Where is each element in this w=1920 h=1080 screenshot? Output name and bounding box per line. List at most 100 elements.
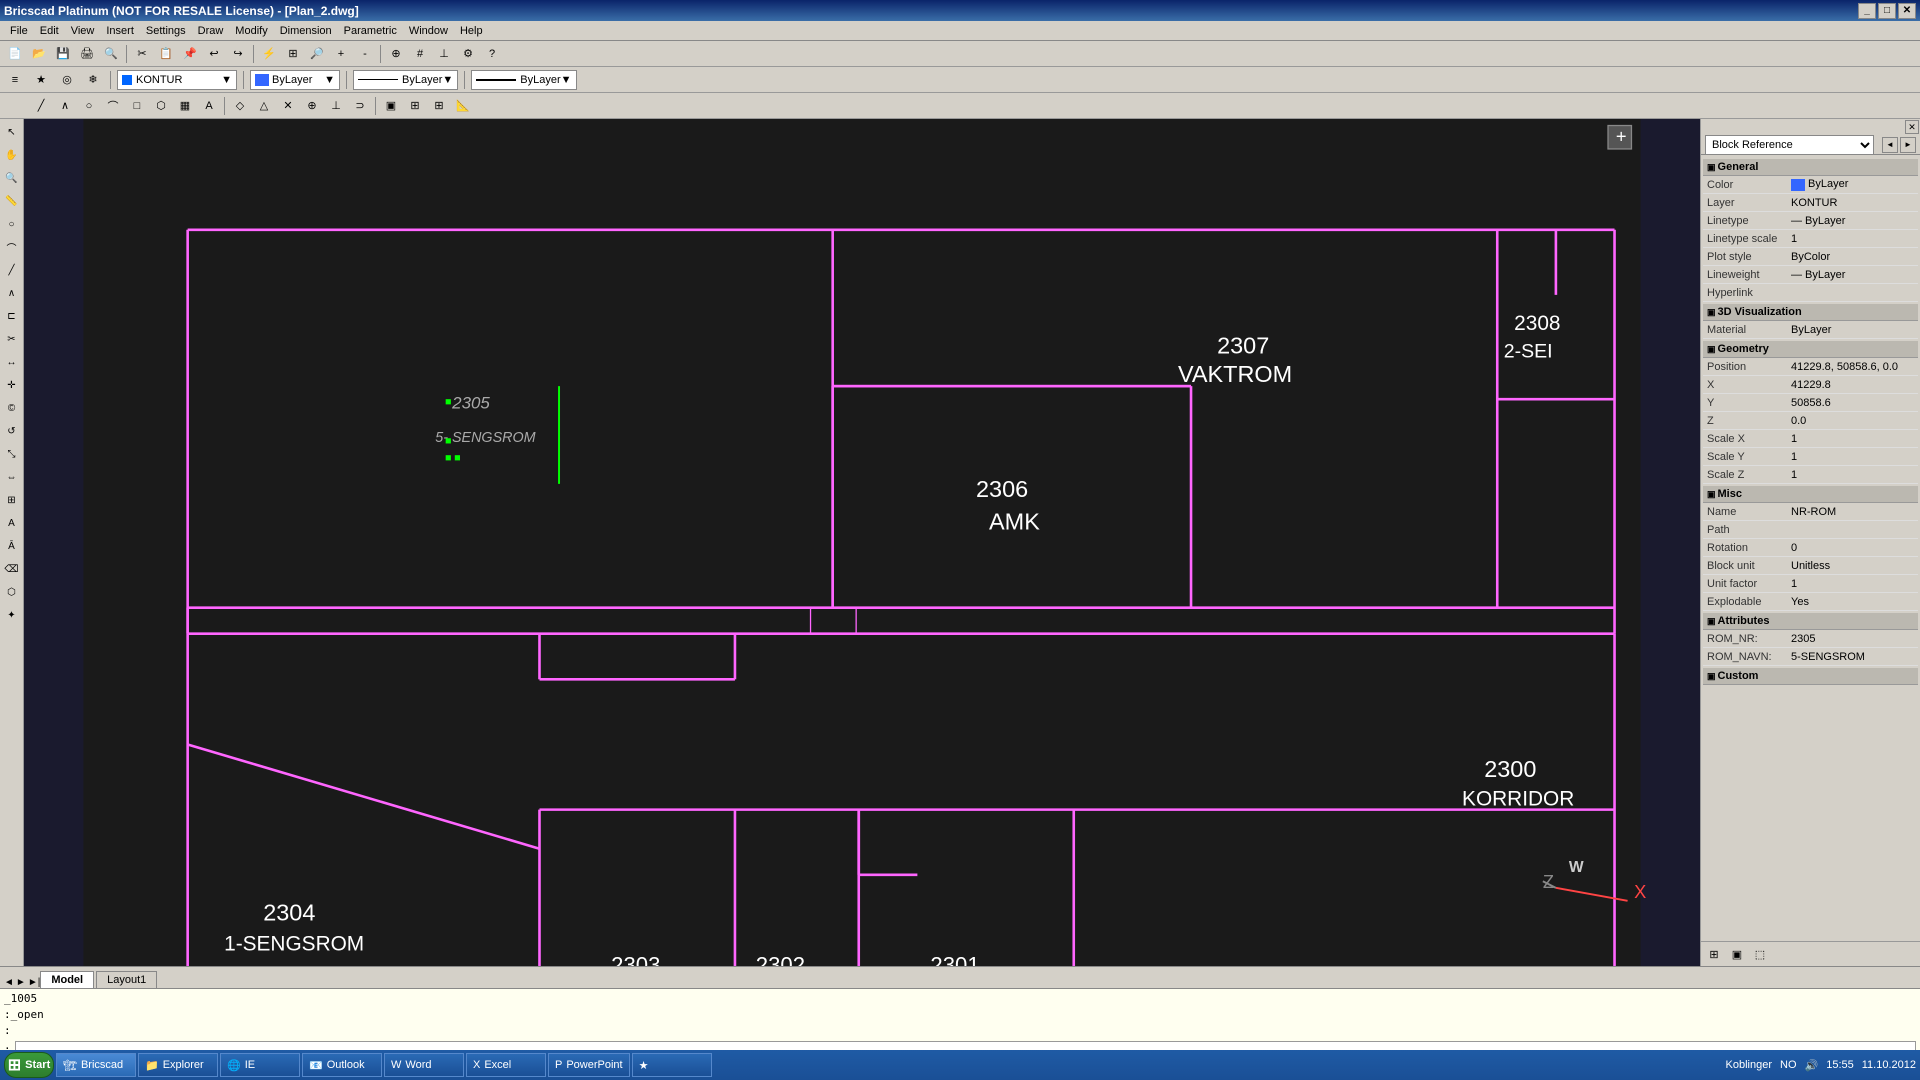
snap-mid-button[interactable]: △ xyxy=(253,95,275,117)
tab-model[interactable]: Model xyxy=(40,971,94,988)
minimize-button[interactable]: _ xyxy=(1858,3,1876,19)
match-props-button[interactable]: ⚡ xyxy=(258,43,280,65)
3d-viz-section-header[interactable]: 3D Visualization xyxy=(1703,304,1918,321)
copy-lt-button[interactable]: © xyxy=(1,397,23,419)
hatch-button[interactable]: ▦ xyxy=(174,95,196,117)
new-button[interactable]: 📄 xyxy=(4,43,26,65)
grid-button[interactable]: # xyxy=(409,43,431,65)
snap-end-button[interactable]: ◇ xyxy=(229,95,251,117)
menu-window[interactable]: Window xyxy=(403,23,454,39)
grip-lt-button[interactable]: ⬡ xyxy=(1,581,23,603)
copy-button[interactable]: 📋 xyxy=(155,43,177,65)
panel-close-button[interactable]: ✕ xyxy=(1905,120,1919,134)
prop-lineweight-value[interactable]: — ByLayer xyxy=(1787,269,1914,281)
tab-prev-button[interactable]: ◄ xyxy=(4,977,14,988)
extend-lt-button[interactable]: ↔ xyxy=(1,351,23,373)
help-tb-button[interactable]: ? xyxy=(481,43,503,65)
entity-type-dropdown[interactable]: Block Reference xyxy=(1705,135,1874,155)
general-section-header[interactable]: General xyxy=(1703,159,1918,176)
prop-rom-navn-value[interactable]: 5-SENGSROM xyxy=(1787,651,1914,663)
prop-pos-x-value[interactable]: 41229.8 xyxy=(1787,379,1914,391)
prop-scale-z-value[interactable]: 1 xyxy=(1787,469,1914,481)
prop-position-value[interactable]: 41229.8, 50858.6, 0.0 xyxy=(1787,361,1914,373)
settings-button[interactable]: ⚙ xyxy=(457,43,479,65)
menu-draw[interactable]: Draw xyxy=(192,23,230,39)
insert-button[interactable]: ⊞ xyxy=(404,95,426,117)
prev-entity-button[interactable]: ◄ xyxy=(1882,137,1898,153)
text-lt-button[interactable]: A xyxy=(1,512,23,534)
linetype-dropdown[interactable]: ByLayer ▼ xyxy=(353,70,458,90)
draw-polyline-button[interactable]: ∧ xyxy=(54,95,76,117)
geometry-section-header[interactable]: Geometry xyxy=(1703,341,1918,358)
layer-dropdown[interactable]: KONTUR ▼ xyxy=(117,70,237,90)
prop-name-value[interactable]: NR-ROM xyxy=(1787,506,1914,518)
menu-view[interactable]: View xyxy=(65,23,101,39)
print-button[interactable]: 🖨 xyxy=(76,43,98,65)
snap-tan-button[interactable]: ⊃ xyxy=(349,95,371,117)
menu-settings[interactable]: Settings xyxy=(140,23,192,39)
prop-unitfactor-value[interactable]: 1 xyxy=(1787,578,1914,590)
pan-button[interactable]: ✋ xyxy=(1,144,23,166)
color-dropdown[interactable]: ByLayer ▼ xyxy=(250,70,340,90)
menu-file[interactable]: File xyxy=(4,23,34,39)
scale-lt-button[interactable]: ⤡ xyxy=(1,443,23,465)
measure-lt-button[interactable]: 📏 xyxy=(1,190,23,212)
cut-button[interactable]: ✂ xyxy=(131,43,153,65)
zoom-realtime-button[interactable]: 🔍 xyxy=(1,167,23,189)
snap-int-button[interactable]: ✕ xyxy=(277,95,299,117)
panel-icon3[interactable]: ⬚ xyxy=(1750,945,1770,963)
prop-scale-y-value[interactable]: 1 xyxy=(1787,451,1914,463)
panel-icon1[interactable]: ⊞ xyxy=(1704,945,1724,963)
prop-pos-z-value[interactable]: 0.0 xyxy=(1787,415,1914,427)
block-button[interactable]: ▣ xyxy=(380,95,402,117)
ortho-button[interactable]: ⊥ xyxy=(433,43,455,65)
undo-button[interactable]: ↩ xyxy=(203,43,225,65)
layer-isolate-button[interactable]: ◎ xyxy=(56,69,78,91)
tab-layout1[interactable]: Layout1 xyxy=(96,971,157,988)
prop-layer-value[interactable]: KONTUR xyxy=(1787,197,1914,209)
drawing-canvas-area[interactable]: 2307 VAKTROM 2308 2-SEI 2306 AMK 2305 5-… xyxy=(24,119,1700,966)
prop-scale-x-value[interactable]: 1 xyxy=(1787,433,1914,445)
draw-line-button[interactable]: ╱ xyxy=(30,95,52,117)
taskbar-bricscad[interactable]: 🏗 Bricscad xyxy=(56,1053,136,1077)
zoom-out-button[interactable]: - xyxy=(354,43,376,65)
zoom-window-button[interactable]: 🔎 xyxy=(306,43,328,65)
menu-insert[interactable]: Insert xyxy=(100,23,140,39)
redo-button[interactable]: ↪ xyxy=(227,43,249,65)
polyline-lt-button[interactable]: ∧ xyxy=(1,282,23,304)
erase-lt-button[interactable]: ⌫ xyxy=(1,558,23,580)
offset-lt-button[interactable]: ⊏ xyxy=(1,305,23,327)
paste-button[interactable]: 📌 xyxy=(179,43,201,65)
taskbar-word[interactable]: W Word xyxy=(384,1053,464,1077)
taskbar-app[interactable]: ★ xyxy=(632,1053,712,1077)
prop-material-value[interactable]: ByLayer xyxy=(1787,324,1914,336)
tab-next-button[interactable]: ► xyxy=(16,977,26,988)
layer-freeze-button[interactable]: ❄ xyxy=(82,69,104,91)
menu-help[interactable]: Help xyxy=(454,23,489,39)
taskbar-ppt[interactable]: P PowerPoint xyxy=(548,1053,630,1077)
maximize-button[interactable]: □ xyxy=(1878,3,1896,19)
save-button[interactable]: 💾 xyxy=(52,43,74,65)
taskbar-explorer[interactable]: 📁 Explorer xyxy=(138,1053,218,1077)
prop-explodable-value[interactable]: Yes xyxy=(1787,596,1914,608)
menu-modify[interactable]: Modify xyxy=(229,23,273,39)
layer-state-button[interactable]: ★ xyxy=(30,69,52,91)
next-entity-button[interactable]: ► xyxy=(1900,137,1916,153)
table-lt-button[interactable]: ⊞ xyxy=(1,489,23,511)
mirror-lt-button[interactable]: ⇔ xyxy=(1,466,23,488)
measure-button[interactable]: 📐 xyxy=(452,95,474,117)
taskbar-excel[interactable]: X Excel xyxy=(466,1053,546,1077)
trim-lt-button[interactable]: ✂ xyxy=(1,328,23,350)
prop-ltscale-value[interactable]: 1 xyxy=(1787,233,1914,245)
array-button[interactable]: ⊞ xyxy=(428,95,450,117)
open-button[interactable]: 📂 xyxy=(28,43,50,65)
select-button[interactable]: ↖ xyxy=(1,121,23,143)
menu-parametric[interactable]: Parametric xyxy=(338,23,403,39)
taskbar-ie[interactable]: 🌐 IE xyxy=(220,1053,300,1077)
misc-section-header[interactable]: Misc xyxy=(1703,486,1918,503)
attributes-section-header[interactable]: Attributes xyxy=(1703,613,1918,630)
print-preview-button[interactable]: 🔍 xyxy=(100,43,122,65)
panel-icon2[interactable]: ▣ xyxy=(1727,945,1747,963)
layer-manager-button[interactable]: ≡ xyxy=(4,69,26,91)
volume-icon[interactable]: 🔊 xyxy=(1805,1059,1819,1072)
